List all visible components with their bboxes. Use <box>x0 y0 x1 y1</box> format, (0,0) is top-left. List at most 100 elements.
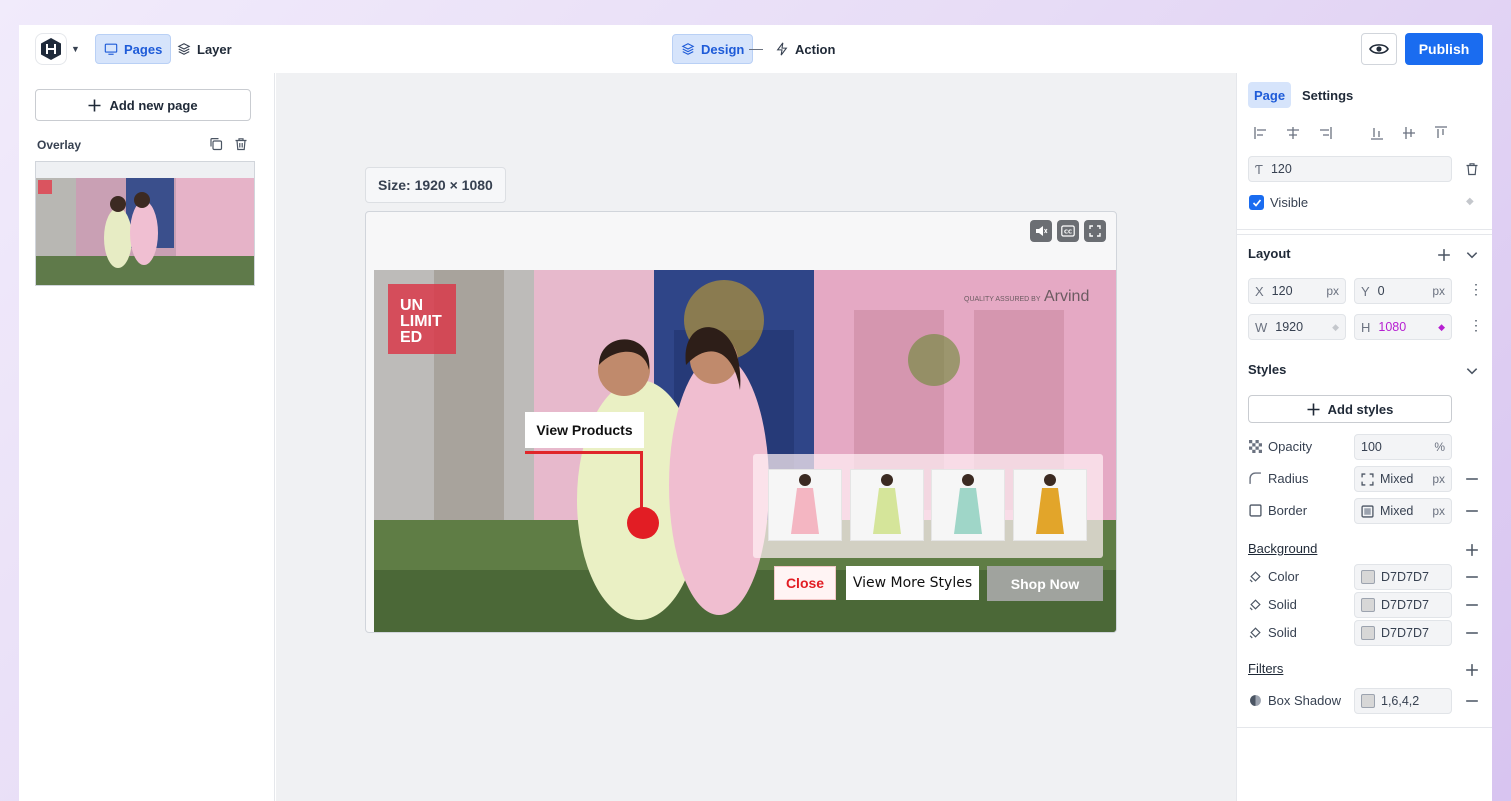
add-new-page-button[interactable]: Add new page <box>35 89 251 121</box>
layer-tab[interactable]: Layer <box>169 34 240 64</box>
minus-icon[interactable] <box>1465 472 1479 486</box>
svg-text:Arvind: Arvind <box>1044 288 1089 305</box>
view-more-styles-button[interactable]: View More Styles <box>846 566 979 600</box>
radius-field[interactable]: Mixed px <box>1354 466 1452 492</box>
plus-icon <box>1307 403 1320 415</box>
action-mode-tab[interactable]: Action <box>767 34 843 64</box>
background-color-field[interactable]: D7D7D7 <box>1354 564 1452 590</box>
background-row-label: Solid <box>1249 625 1297 640</box>
opacity-row-label: Opacity <box>1249 439 1312 454</box>
design-mode-tab[interactable]: Design <box>672 34 754 64</box>
video-overlay-preview[interactable]: UN LIMIT ED QUALITY ASSURED BY Arvind Vi… <box>374 270 1116 632</box>
box-shadow-label: Box Shadow <box>1268 693 1341 708</box>
publish-button[interactable]: Publish <box>1405 33 1483 65</box>
visible-checkbox[interactable] <box>1249 195 1264 210</box>
divider <box>1237 234 1492 235</box>
x-unit: px <box>1326 284 1339 298</box>
tab-page[interactable]: Page <box>1248 82 1292 108</box>
product-card[interactable] <box>931 469 1005 541</box>
border-field[interactable]: Mixed px <box>1354 498 1452 524</box>
add-new-page-label: Add new page <box>109 97 198 113</box>
y-unit: px <box>1432 284 1445 298</box>
check-icon <box>1252 198 1261 207</box>
overlay-close-button[interactable]: Close <box>774 566 836 600</box>
color-swatch[interactable] <box>1361 570 1375 584</box>
chevron-down-icon[interactable] <box>1465 364 1479 378</box>
more-vertical-icon[interactable]: ⋮ <box>1469 282 1483 296</box>
box-shadow-field[interactable]: 1,6,4,2 <box>1354 688 1452 714</box>
visible-toggle[interactable]: Visible <box>1249 195 1308 210</box>
page-frame[interactable]: CC UN LIMIT ED QUALITY ASSURED BY Arvind… <box>365 211 1117 633</box>
design-canvas[interactable]: Size: 1920 × 1080 CC UN LIMIT ED QUALITY… <box>276 73 1236 801</box>
background-section-title[interactable]: Background <box>1248 541 1317 556</box>
plus-icon[interactable] <box>1465 663 1479 677</box>
hotspot-dot[interactable] <box>627 507 659 539</box>
duplicate-icon[interactable] <box>209 137 223 151</box>
paint-bucket-icon <box>1249 627 1261 639</box>
align-center-horizontal-icon[interactable] <box>1285 125 1301 141</box>
x-position-field[interactable]: X 120 px <box>1248 278 1346 304</box>
keyframe-diamond-icon[interactable]: ◆ <box>1438 322 1445 333</box>
radius-label: Radius <box>1268 471 1309 486</box>
app-logo-button[interactable] <box>35 33 67 65</box>
trash-icon[interactable] <box>234 137 248 151</box>
page-thumbnail[interactable] <box>35 161 255 286</box>
filters-section-title[interactable]: Filters <box>1248 661 1283 676</box>
width-field[interactable]: W 1920 ◆ <box>1248 314 1346 340</box>
plus-icon[interactable] <box>1465 543 1479 557</box>
minus-icon[interactable] <box>1465 598 1479 612</box>
page-name: Overlay <box>37 138 82 152</box>
captions-button[interactable]: CC <box>1057 220 1079 242</box>
minus-icon[interactable] <box>1465 694 1479 708</box>
add-styles-button[interactable]: Add styles <box>1248 395 1452 423</box>
minus-icon[interactable] <box>1465 626 1479 640</box>
chevron-down-icon[interactable] <box>1465 248 1479 262</box>
shadow-icon <box>1250 695 1261 706</box>
fullscreen-button[interactable] <box>1084 220 1106 242</box>
plus-icon <box>88 99 101 111</box>
add-styles-label: Add styles <box>1327 401 1394 417</box>
shop-now-button[interactable]: Shop Now <box>987 566 1103 601</box>
product-card[interactable] <box>768 469 842 541</box>
opacity-field[interactable]: 100 % <box>1354 434 1452 460</box>
keyframe-diamond-icon[interactable]: ◆ <box>1332 322 1339 333</box>
color-swatch[interactable] <box>1361 626 1375 640</box>
align-top-icon[interactable] <box>1433 125 1449 141</box>
align-center-vertical-icon[interactable] <box>1401 125 1417 141</box>
fullscreen-icon <box>1089 225 1101 237</box>
pages-tab-label: Pages <box>124 41 163 57</box>
border-unit: px <box>1432 504 1445 518</box>
background-solid-field[interactable]: D7D7D7 <box>1354 620 1452 646</box>
color-swatch[interactable] <box>1361 598 1375 612</box>
align-bottom-icon[interactable] <box>1369 125 1385 141</box>
tab-settings[interactable]: Settings <box>1296 82 1359 108</box>
monitor-icon <box>104 43 118 55</box>
product-card[interactable] <box>1013 469 1087 541</box>
height-value: 1080 <box>1378 320 1407 334</box>
divider <box>1237 229 1492 230</box>
pages-tab[interactable]: Pages <box>95 34 172 64</box>
visible-label: Visible <box>1270 195 1309 210</box>
minus-icon[interactable] <box>1465 504 1479 518</box>
align-right-icon[interactable] <box>1317 125 1333 141</box>
closed-captions-icon: CC <box>1061 225 1075 237</box>
view-products-button[interactable]: View Products <box>525 412 644 448</box>
product-card[interactable] <box>850 469 924 541</box>
minus-icon[interactable] <box>1465 570 1479 584</box>
text-size-field[interactable]: Ƭ 120 <box>1248 156 1452 182</box>
trash-icon[interactable] <box>1465 162 1479 176</box>
y-position-field[interactable]: Y 0 px <box>1354 278 1452 304</box>
align-left-icon[interactable] <box>1253 125 1269 141</box>
preview-button[interactable] <box>1361 33 1397 65</box>
more-vertical-icon[interactable]: ⋮ <box>1469 318 1483 332</box>
pages-panel: Add new page Overlay <box>19 73 275 801</box>
chevron-down-icon[interactable]: ▼ <box>71 44 80 54</box>
lightning-icon <box>776 42 788 56</box>
height-field[interactable]: H 1080 ◆ <box>1354 314 1452 340</box>
mute-button[interactable] <box>1030 220 1052 242</box>
color-swatch[interactable] <box>1361 694 1375 708</box>
background-solid-field[interactable]: D7D7D7 <box>1354 592 1452 618</box>
border-value: Mixed <box>1380 504 1414 518</box>
keyframe-diamond-icon[interactable]: ◆ <box>1466 196 1474 207</box>
plus-icon[interactable] <box>1437 248 1451 262</box>
